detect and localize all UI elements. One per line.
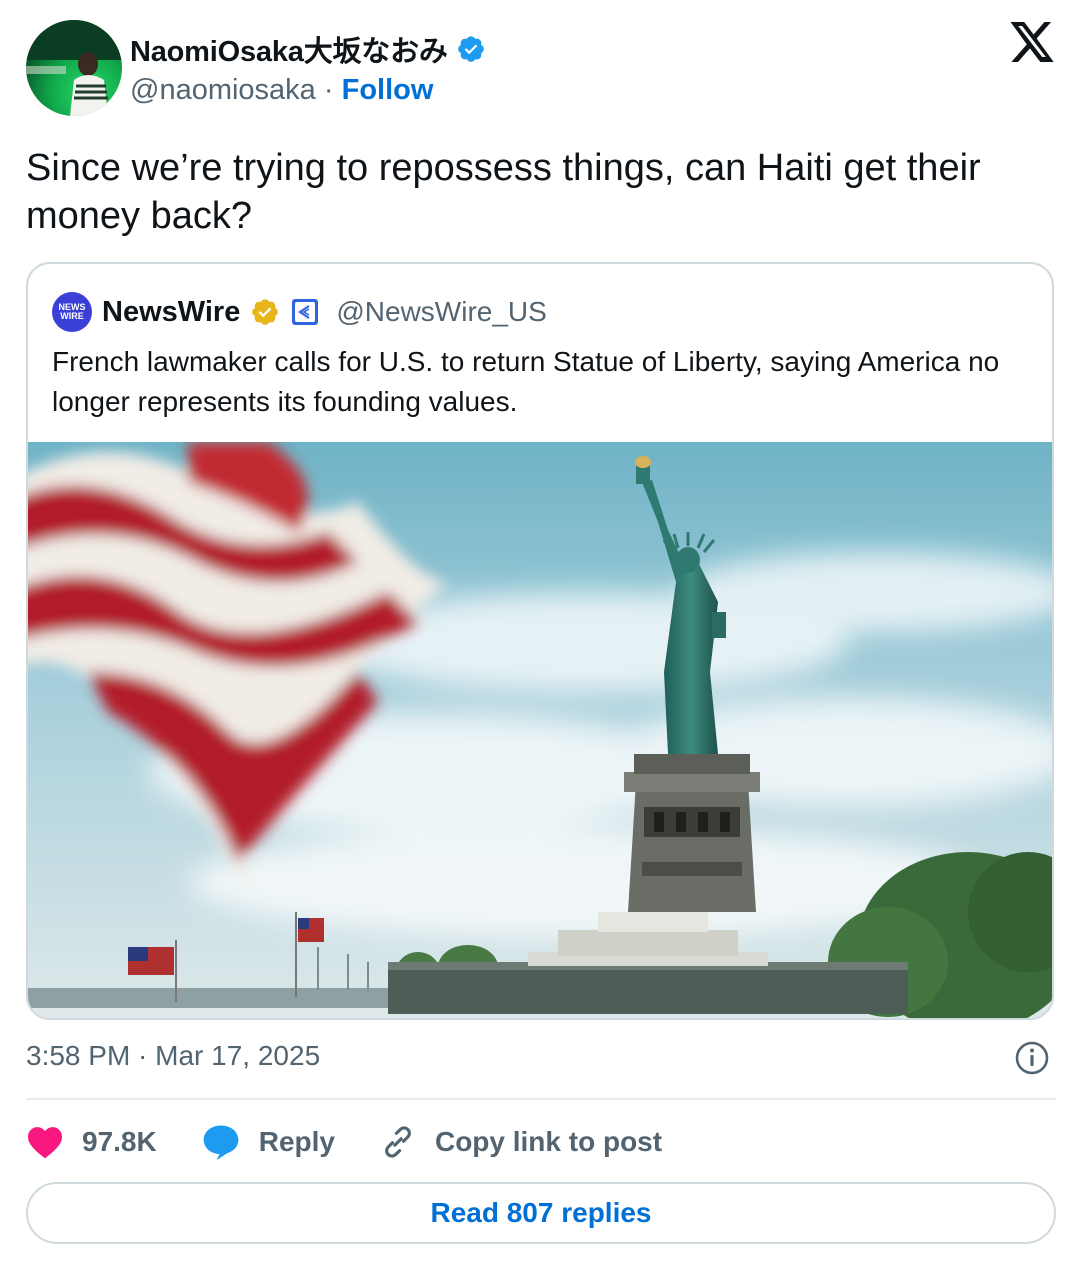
reply-label: Reply: [258, 1126, 335, 1157]
author-name-row[interactable]: NaomiOsaka大坂なおみ: [130, 28, 486, 70]
copy-link-button[interactable]: Copy link to post: [379, 1123, 662, 1161]
quoted-tweet-header: NEWS WIRE NewsWire @NewsWire_US: [52, 292, 547, 332]
tweet-text: Since we’re trying to repossess things, …: [26, 147, 981, 237]
read-replies-button[interactable]: Read 807 replies: [26, 1182, 1056, 1244]
gold-verified-badge-icon: [252, 299, 279, 325]
quoted-display-name[interactable]: NewsWire: [102, 296, 240, 329]
tweet-timestamp[interactable]: 3:58 PM · Mar 17, 2025: [26, 1040, 320, 1072]
heart-icon: [28, 1127, 62, 1159]
newswire-avatar[interactable]: NEWS WIRE: [52, 292, 92, 332]
info-icon[interactable]: [1014, 1040, 1050, 1076]
statue-of-liberty-photo[interactable]: [28, 442, 1054, 1020]
link-icon: [385, 1126, 411, 1158]
author-display-name[interactable]: NaomiOsaka大坂なおみ: [130, 28, 448, 70]
like-count: 97.8K: [82, 1126, 157, 1157]
author-handle-row: @naomiosaka · Follow: [130, 74, 433, 107]
copy-link-label: Copy link to post: [434, 1126, 663, 1157]
reply-button[interactable]: Reply: [201, 1123, 335, 1161]
verified-badge-icon: [457, 36, 484, 62]
author-avatar[interactable]: [26, 20, 122, 116]
quoted-tweet-card[interactable]: NEWS WIRE NewsWire @NewsWire_US French l…: [26, 262, 1054, 1020]
like-button[interactable]: 97.8K: [26, 1125, 157, 1159]
author-handle[interactable]: @naomiosaka: [130, 74, 316, 106]
action-bar: 97.8K Reply Copy link to post: [26, 1120, 706, 1164]
x-logo-icon[interactable]: [1008, 22, 1056, 66]
follow-button[interactable]: Follow: [342, 74, 434, 106]
affiliate-badge-icon: [292, 299, 319, 325]
quoted-tweet-text: French lawmaker calls for U.S. to return…: [52, 346, 1000, 417]
divider: [26, 1098, 1056, 1100]
separator-dot: ·: [323, 74, 334, 106]
quoted-handle[interactable]: @NewsWire_US: [336, 296, 546, 328]
reply-bubble-icon: [203, 1125, 239, 1161]
newswire-logo-bottom: WIRE: [60, 311, 84, 321]
